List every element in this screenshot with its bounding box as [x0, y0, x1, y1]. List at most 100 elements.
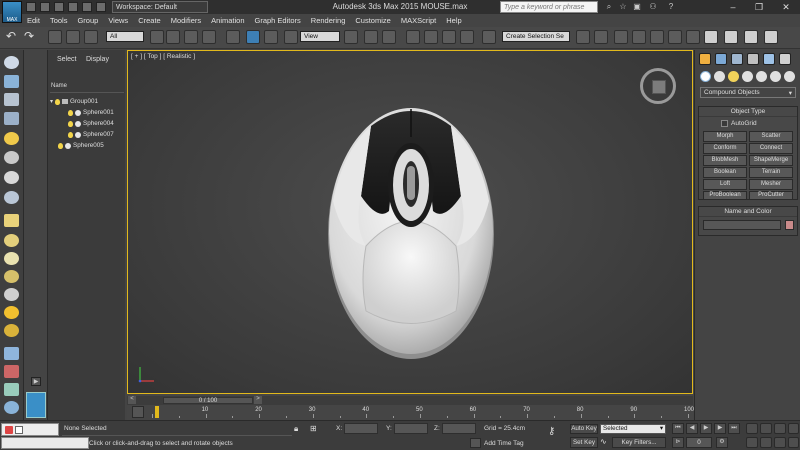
autogrid-checkbox[interactable]: AutoGrid: [721, 120, 757, 127]
menu-tools[interactable]: Tools: [45, 14, 73, 27]
select-object-icon[interactable]: [150, 30, 164, 44]
sun-light-icon[interactable]: [4, 306, 19, 319]
edit-named-sets-icon[interactable]: [482, 30, 496, 44]
menu-animation[interactable]: Animation: [206, 14, 249, 27]
field-of-view-icon[interactable]: [746, 437, 758, 448]
select-and-rotate-icon[interactable]: [246, 30, 260, 44]
mesher-button[interactable]: Mesher: [749, 179, 793, 190]
render-production-icon[interactable]: [744, 30, 758, 44]
boolean-button[interactable]: Boolean: [703, 167, 747, 178]
utilities-tab-icon[interactable]: [779, 53, 791, 65]
menu-group[interactable]: Group: [72, 14, 103, 27]
cameras-category-icon[interactable]: [742, 71, 753, 82]
expand-arrow-icon[interactable]: ▶: [31, 377, 41, 386]
go-to-start-icon[interactable]: ⏮: [672, 423, 684, 434]
shapemerge-button[interactable]: ShapeMerge: [749, 155, 793, 166]
zoom-all-icon[interactable]: [760, 423, 772, 434]
maxscript-mini-input[interactable]: [1, 437, 89, 449]
material-editor-icon[interactable]: [686, 30, 700, 44]
dynamics-icon[interactable]: [4, 365, 19, 378]
redo-icon[interactable]: ↷: [24, 30, 38, 44]
create-shortcut-icon[interactable]: [4, 56, 19, 69]
search-input[interactable]: Type a keyword or phrase: [500, 1, 598, 13]
camera-icon[interactable]: [4, 151, 19, 164]
particle-icon[interactable]: [4, 347, 19, 360]
x-coordinate-input[interactable]: [344, 423, 378, 434]
hierarchy-shortcut-icon[interactable]: [4, 93, 19, 106]
render-iterative-icon[interactable]: [764, 30, 778, 44]
bind-space-warp-icon[interactable]: [84, 30, 98, 44]
box-icon[interactable]: [4, 214, 19, 227]
tree-item-sphere001[interactable]: Sphere001: [50, 107, 124, 118]
rectangular-selection-icon[interactable]: [184, 30, 198, 44]
geometry-category-icon[interactable]: [700, 71, 711, 82]
open-file-icon[interactable]: [40, 2, 50, 12]
select-manipulate-icon[interactable]: [364, 30, 378, 44]
object-name-input[interactable]: [703, 220, 781, 230]
auto-key-button[interactable]: Auto Key: [570, 424, 598, 434]
undo-icon[interactable]: ↶: [6, 30, 20, 44]
collapse-arrow-icon[interactable]: ▾: [50, 98, 53, 105]
toggle-ribbon-icon[interactable]: [632, 30, 646, 44]
select-and-move-icon[interactable]: [226, 30, 240, 44]
object-color-swatch[interactable]: [785, 220, 794, 230]
create-tab-icon[interactable]: [699, 53, 711, 65]
subscription-icon[interactable]: ▣: [632, 2, 642, 12]
select-by-name-icon[interactable]: [166, 30, 180, 44]
menu-maxscript[interactable]: MAXScript: [396, 14, 441, 27]
unlink-icon[interactable]: [66, 30, 80, 44]
key-mode-icon[interactable]: ⊳: [672, 437, 684, 448]
helper-icon[interactable]: [4, 171, 19, 184]
pivot-center-icon[interactable]: [344, 30, 358, 44]
tree-item-sphere004[interactable]: Sphere004: [50, 118, 124, 129]
lights-category-icon[interactable]: [728, 71, 739, 82]
snaps-toggle-icon[interactable]: [406, 30, 420, 44]
light-bulb-icon[interactable]: [68, 120, 73, 127]
binoculars-icon[interactable]: ⌕: [604, 2, 614, 12]
orbit-icon[interactable]: [774, 437, 786, 448]
modify-tab-icon[interactable]: [715, 53, 727, 65]
layer-swatch[interactable]: [26, 392, 46, 418]
lock-selection-icon[interactable]: 🔒︎: [294, 424, 304, 434]
go-to-end-icon[interactable]: ⏭: [728, 423, 740, 434]
timeline-track[interactable]: 10 20 30 40 50 60 70 80 90 100: [152, 406, 694, 418]
time-tag-icon[interactable]: [470, 438, 481, 448]
workspace-dropdown[interactable]: Workspace: Default: [112, 1, 208, 13]
globe-icon[interactable]: [4, 401, 19, 414]
angle-snap-icon[interactable]: [424, 30, 438, 44]
save-file-icon[interactable]: [54, 2, 64, 12]
scatter-button[interactable]: Scatter: [749, 131, 793, 142]
terrain-button[interactable]: Terrain: [749, 167, 793, 178]
name-and-color-title[interactable]: Name and Color: [699, 207, 797, 217]
checkbox-box[interactable]: [721, 120, 728, 127]
menu-edit[interactable]: Edit: [22, 14, 45, 27]
biped-icon[interactable]: [4, 383, 19, 396]
torus-icon[interactable]: [4, 270, 19, 283]
selection-filter-dropdown[interactable]: All: [106, 31, 144, 42]
menu-help[interactable]: Help: [441, 14, 466, 27]
maximize-viewport-icon[interactable]: [788, 437, 799, 448]
absolute-mode-icon[interactable]: ⊞: [310, 424, 320, 434]
slider-prev-icon[interactable]: <: [128, 396, 136, 404]
new-file-icon[interactable]: [26, 2, 36, 12]
key-icon[interactable]: ⚷: [548, 427, 564, 437]
light-bulb-icon[interactable]: [68, 109, 73, 116]
menu-views[interactable]: Views: [103, 14, 133, 27]
default-in-out-tangent-icon[interactable]: ∿: [600, 437, 610, 448]
redo-quick-icon[interactable]: [82, 2, 92, 12]
conform-button[interactable]: Conform: [703, 143, 747, 154]
mouse-model[interactable]: [128, 51, 693, 394]
modify-shortcut-icon[interactable]: [4, 75, 19, 88]
add-time-tag-button[interactable]: Add Time Tag: [484, 440, 524, 447]
tree-item-group001[interactable]: ▾ Group001: [50, 96, 124, 107]
time-slider-thumb[interactable]: 0 / 100: [163, 397, 253, 404]
menu-modifiers[interactable]: Modifiers: [166, 14, 206, 27]
select-and-scale-icon[interactable]: [264, 30, 278, 44]
y-coordinate-input[interactable]: [394, 423, 428, 434]
explorer-column-header[interactable]: Name: [50, 83, 124, 93]
procutter-button[interactable]: ProCutter: [749, 191, 793, 200]
project-folder-icon[interactable]: [96, 2, 106, 12]
motion-shortcut-icon[interactable]: [4, 112, 19, 125]
light-bulb-icon[interactable]: [68, 131, 73, 138]
set-key-button[interactable]: Set Key: [570, 437, 598, 448]
